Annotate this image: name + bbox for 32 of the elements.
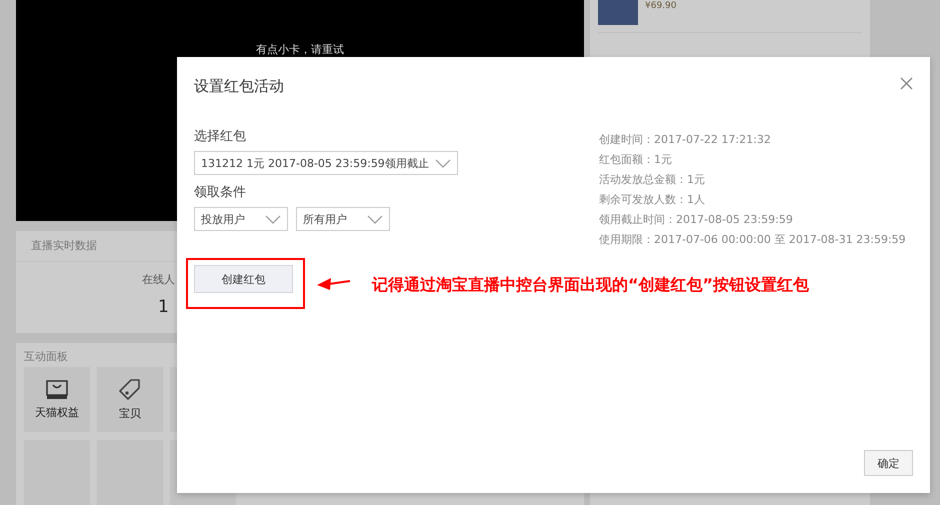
metric-label: 在线人: [142, 272, 175, 287]
field-label: 选择红包: [194, 128, 247, 145]
select-field[interactable]: 131212 1元 2017-08-05 23:59:59领用截止: [194, 151, 458, 175]
info-text: 领用截止时间：2017-08-05 23:59:59: [599, 212, 794, 228]
info-text: 活动发放总金额：1元: [599, 172, 706, 188]
metric-value: 1: [157, 296, 169, 317]
tile-label: 天猫权益: [35, 405, 79, 420]
photo-placeholder: [598, 0, 638, 25]
panel-title: 互动面板: [24, 349, 69, 364]
video-message: 有点小卡，请重试: [256, 42, 344, 58]
tag-icon: [118, 378, 142, 402]
chevron-down-icon: [265, 214, 281, 224]
product-price: ¥69.90: [645, 0, 676, 12]
create-button[interactable]: 创建红包: [194, 265, 293, 293]
dialog-title: 设置红包活动: [194, 77, 284, 97]
annotation-text: 记得通过淘宝直播中控台界面出现的“创建红包”按钮设置红包: [372, 275, 810, 296]
info-text: 剩余可发放人数：1人: [599, 192, 706, 208]
feature-tile[interactable]: 天猫权益: [24, 367, 90, 432]
select-field[interactable]: 投放用户: [194, 207, 288, 231]
chevron-down-icon: [367, 214, 383, 224]
bag-icon: [45, 379, 69, 401]
info-text: 使用期限：2017-07-06 00:00:00 至 2017-08-31 23:59:59: [599, 232, 906, 248]
chevron-down-icon: [434, 158, 451, 168]
arrow-icon: [317, 277, 351, 291]
info-text: 红包面额：1元: [599, 152, 673, 168]
close-icon[interactable]: [900, 77, 913, 90]
confirm-button[interactable]: 确定: [864, 450, 913, 476]
tile-label: 宝贝: [119, 406, 141, 421]
select-field[interactable]: 所有用户: [296, 207, 390, 231]
feature-tile[interactable]: 宝贝: [97, 367, 163, 432]
field-label: 领取条件: [194, 184, 247, 201]
info-text: 创建时间：2017-07-22 17:21:32: [599, 132, 772, 148]
